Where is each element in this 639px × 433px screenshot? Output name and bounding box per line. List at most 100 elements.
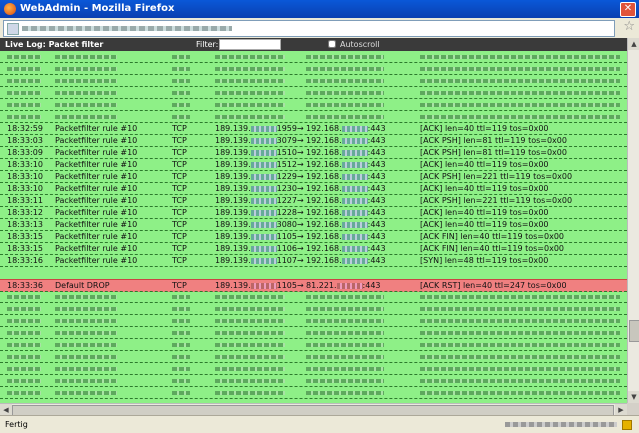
cell-source: 189.139. 1512→ xyxy=(215,159,304,170)
cell-dport: :443 xyxy=(367,160,386,169)
cell-source: 189.139. 1106→ xyxy=(215,243,304,254)
cell-proto: TCP xyxy=(172,220,187,229)
cell-dport: :443 xyxy=(367,232,386,241)
cell-rule: Packetfilter rule #10 xyxy=(55,171,137,182)
cell-source: 189.139. 1227→ xyxy=(215,195,304,206)
cell-dest: 192.168.:443 xyxy=(306,243,386,254)
redacted-ip xyxy=(250,233,277,240)
cell-proto: TCP xyxy=(172,124,187,133)
cell-flags: [ACK FIN] len=40 ttl=119 tos=0x00 xyxy=(420,232,564,241)
cell-rule: Packetfilter rule #10 xyxy=(55,207,137,218)
scroll-up-icon[interactable]: ▲ xyxy=(628,38,639,50)
autoscroll-checkbox[interactable] xyxy=(328,40,336,48)
cell-rule: Packetfilter rule #10 xyxy=(55,172,138,181)
log-header: Live Log: Packet filter Filter: Autoscro… xyxy=(0,38,639,51)
cell-arrow: → xyxy=(296,124,304,133)
cell-time: 18:33:13 xyxy=(7,220,43,229)
cell-src: 189.139. xyxy=(215,136,251,145)
cell-rule: Packetfilter rule #10 xyxy=(55,220,138,229)
cell-source: 189.139. 3080→ xyxy=(215,219,304,230)
cell-time: 18:33:10 xyxy=(7,171,43,182)
redacted-ip xyxy=(341,257,368,264)
redacted-ip xyxy=(341,221,368,228)
cell-source: 189.139. 1105→ xyxy=(215,280,304,291)
cell-proto: TCP xyxy=(172,207,187,218)
cell-flags: [ACK] len=40 ttl=119 tos=0x00 xyxy=(420,123,549,134)
window-titlebar: WebAdmin - Mozilla Firefox ✕ xyxy=(0,0,639,18)
redacted-ip xyxy=(250,245,277,252)
cell-sport: 1105 xyxy=(276,232,297,241)
cell-arrow: → xyxy=(296,281,304,290)
cell-arrow: → xyxy=(296,196,304,205)
redacted-ip xyxy=(341,209,368,216)
table-row-blurred xyxy=(0,291,627,303)
cell-rule: Packetfilter rule #10 xyxy=(55,123,137,134)
scroll-down-icon[interactable]: ▼ xyxy=(628,391,639,403)
status-text: Fertig xyxy=(5,420,28,429)
cell-dport: :443 xyxy=(367,124,386,133)
cell-time: 18:33:09 xyxy=(7,148,43,157)
table-row-blurred xyxy=(0,351,627,363)
cell-time: 18:33:11 xyxy=(7,196,43,205)
log-title: Live Log: Packet filter xyxy=(5,40,104,49)
cell-flags: [ACK FIN] len=40 ttl=119 tos=0x00 xyxy=(420,231,564,242)
cell-dest: 192.168.:443 xyxy=(306,159,386,170)
cell-time: 18:33:11 xyxy=(7,195,43,206)
cell-dest: 192.168. :443 xyxy=(306,123,386,134)
cell-source: 189.139. 3079→ xyxy=(215,135,304,146)
table-row: 18:33:15 Packetfilter rule #10 TCP 189.139.… xyxy=(0,243,627,255)
cell-dport: :443 xyxy=(367,184,386,193)
cell-proto: TCP xyxy=(172,136,187,145)
cell-proto: TCP xyxy=(172,280,187,291)
close-icon[interactable]: ✕ xyxy=(620,2,636,17)
table-row: 18:33:10 Packetfilter rule #10 TCP 189.139.… xyxy=(0,171,627,183)
cell-rule: Packetfilter rule #10 xyxy=(55,256,138,265)
url-field[interactable] xyxy=(3,20,615,37)
table-row: 18:33:03 Packetfilter rule #10 TCP 189.139.… xyxy=(0,135,627,147)
table-row: 18:33:15 Packetfilter rule #10 TCP 189.139.… xyxy=(0,231,627,243)
scroll-thumb[interactable] xyxy=(629,320,639,342)
cell-sport: 1959 xyxy=(276,124,297,133)
cell-rule: Default DROP xyxy=(55,280,110,291)
cell-time: 18:33:16 xyxy=(7,255,43,266)
redacted-ip xyxy=(341,197,368,204)
table-row-blurred xyxy=(0,375,627,387)
cell-dst: 192.168. xyxy=(306,124,342,133)
bookmark-star-icon[interactable]: ☆ xyxy=(623,18,635,36)
cell-time: 18:33:09 xyxy=(7,147,43,158)
cell-dst: 192.168. xyxy=(306,196,342,205)
cell-proto: TCP xyxy=(172,256,187,265)
filter-input[interactable] xyxy=(219,39,281,50)
cell-time: 18:33:03 xyxy=(7,135,43,146)
cell-time: 18:33:03 xyxy=(7,136,43,145)
cell-dst: 192.168. xyxy=(306,244,342,253)
cell-time: 18:32:59 xyxy=(7,124,43,133)
status-url-blurred xyxy=(505,422,617,427)
cell-flags: [ACK] len=40 ttl=119 tos=0x00 xyxy=(420,124,549,133)
cell-sport: 1230 xyxy=(276,184,297,193)
cell-source: 189.139. 1959→ xyxy=(215,123,304,134)
cell-rule: Packetfilter rule #10 xyxy=(55,136,138,145)
cell-dest: 192.168.:443 xyxy=(306,219,386,230)
cell-time: 18:33:10 xyxy=(7,184,43,193)
cell-rule: Packetfilter rule #10 xyxy=(55,243,137,254)
lock-icon xyxy=(622,420,632,430)
cell-dport: :443 xyxy=(367,172,386,181)
cell-proto: TCP xyxy=(172,171,187,182)
redacted-ip xyxy=(250,161,277,168)
cell-flags: [ACK PSH] len=81 ttl=119 tos=0x00 xyxy=(420,147,567,158)
cell-sport: 1227 xyxy=(276,196,297,205)
cell-rule: Packetfilter rule #10 xyxy=(55,124,138,133)
cell-flags: [ACK RST] len=40 ttl=247 tos=0x00 xyxy=(420,281,567,290)
vertical-scrollbar[interactable]: ▲ ▼ xyxy=(627,38,639,403)
cell-sport: 1510 xyxy=(276,148,297,157)
cell-time: 18:33:15 xyxy=(7,243,43,254)
cell-flags: [ACK PSH] len=81 ttl=119 tos=0x00 xyxy=(420,136,567,145)
cell-time: 18:32:59 xyxy=(7,123,43,134)
cell-proto: TCP xyxy=(172,232,187,241)
cell-dport: :443 xyxy=(367,220,386,229)
cell-src: 189.139. xyxy=(215,160,251,169)
cell-arrow: → xyxy=(296,160,304,169)
cell-flags: [ACK PSH] len=221 ttl=119 tos=0x00 xyxy=(420,172,573,181)
table-row-blurred xyxy=(0,363,627,375)
